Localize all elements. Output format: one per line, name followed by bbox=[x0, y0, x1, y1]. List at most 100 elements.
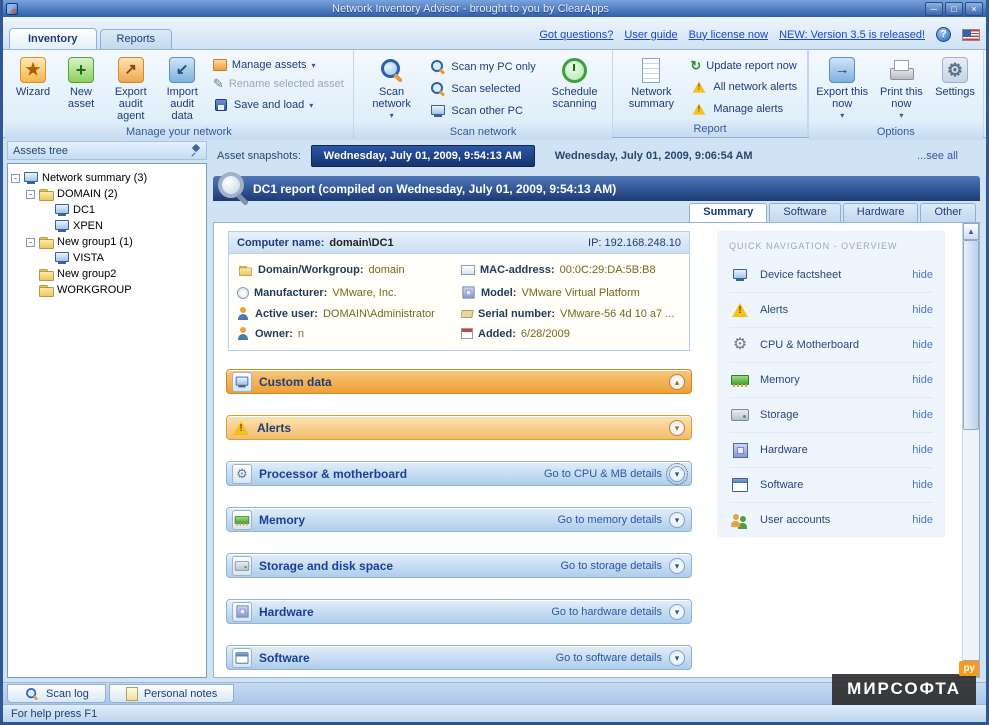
expand-button[interactable]: ▾ bbox=[669, 420, 685, 436]
status-text: For help press F1 bbox=[11, 708, 97, 720]
tab-scan-log[interactable]: Scan log bbox=[7, 684, 106, 703]
field-model: Model: VMware Virtual Platform bbox=[461, 285, 681, 300]
go-to-storage-details-link[interactable]: Go to storage details bbox=[560, 560, 662, 572]
quick-nav-alerts[interactable]: Alerts hide bbox=[729, 292, 933, 327]
quick-nav-device-factsheet[interactable]: Device factsheet hide bbox=[729, 257, 933, 292]
expand-button[interactable]: ▾ bbox=[669, 604, 685, 620]
scroll-up-button[interactable]: ▲ bbox=[963, 223, 979, 240]
quick-nav-cpu[interactable]: ⚙ CPU & Motherboard hide bbox=[729, 327, 933, 362]
computer-card-header: Computer name: domain\DC1 IP: 192.168.24… bbox=[229, 232, 689, 254]
quick-nav-memory[interactable]: Memory hide bbox=[729, 362, 933, 397]
pin-icon[interactable] bbox=[189, 144, 201, 157]
section-software[interactable]: Software Go to software details ▾ bbox=[226, 645, 692, 670]
tree-expander[interactable]: - bbox=[26, 238, 35, 247]
section-hardware[interactable]: Hardware Go to hardware details ▾ bbox=[226, 599, 692, 624]
tree-item-new-group1[interactable]: - New group1 (1) bbox=[11, 234, 203, 250]
new-version-link[interactable]: NEW: Version 3.5 is released! bbox=[779, 29, 925, 41]
export-this-now-button[interactable]: → Export this now ▾ bbox=[814, 53, 871, 124]
print-this-now-button[interactable]: Print this now ▾ bbox=[873, 53, 930, 124]
see-all-link[interactable]: ...see all bbox=[917, 150, 976, 162]
snapshot-item[interactable]: Wednesday, July 01, 2009, 9:06:54 AM bbox=[545, 146, 763, 166]
update-report-button[interactable]: ↻ Update report now bbox=[690, 59, 797, 73]
tree-item-domain[interactable]: - DOMAIN (2) bbox=[11, 186, 203, 202]
section-memory[interactable]: Memory Go to memory details ▾ bbox=[226, 507, 692, 532]
go-to-hardware-details-link[interactable]: Go to hardware details bbox=[551, 606, 662, 618]
scan-network-button[interactable]: Scan network ▾ bbox=[359, 53, 425, 124]
tree-item-vista[interactable]: VISTA bbox=[11, 250, 203, 266]
scan-selected-button[interactable]: Scan selected bbox=[430, 81, 535, 97]
computer-name-label: Computer name: bbox=[237, 237, 324, 249]
go-to-memory-details-link[interactable]: Go to memory details bbox=[557, 514, 662, 526]
save-and-load-menu[interactable]: Save and load ▾ bbox=[213, 97, 344, 113]
quick-nav-software[interactable]: Software hide bbox=[729, 467, 933, 502]
collapse-button[interactable]: ▴ bbox=[669, 374, 685, 390]
section-title: Alerts bbox=[257, 421, 291, 435]
tab-inventory[interactable]: Inventory bbox=[9, 28, 97, 49]
hide-link[interactable]: hide bbox=[912, 374, 933, 386]
quick-nav-storage[interactable]: Storage hide bbox=[729, 397, 933, 432]
vertical-scrollbar[interactable]: ▲ ▼ bbox=[962, 223, 979, 677]
tab-personal-notes[interactable]: Personal notes bbox=[109, 684, 234, 703]
hide-link[interactable]: hide bbox=[912, 479, 933, 491]
help-icon[interactable]: ? bbox=[936, 27, 951, 42]
quick-nav-hardware[interactable]: Hardware hide bbox=[729, 432, 933, 467]
user-guide-link[interactable]: User guide bbox=[624, 29, 677, 41]
section-storage[interactable]: Storage and disk space Go to storage det… bbox=[226, 553, 692, 578]
hide-link[interactable]: hide bbox=[912, 444, 933, 456]
scan-selected-label: Scan selected bbox=[451, 83, 520, 95]
tree-item-dc1[interactable]: DC1 bbox=[11, 202, 203, 218]
manage-assets-menu[interactable]: Manage assets ▾ bbox=[213, 59, 344, 71]
new-asset-button[interactable]: + New asset bbox=[58, 53, 104, 112]
scrollbar-thumb[interactable] bbox=[963, 240, 979, 430]
snapshot-bar: Asset snapshots: Wednesday, July 01, 200… bbox=[213, 141, 980, 171]
hardware-icon bbox=[729, 440, 751, 460]
wizard-button[interactable]: ★ Wizard bbox=[10, 53, 56, 100]
network-summary-button[interactable]: Network summary bbox=[618, 53, 684, 112]
go-to-cpu-details-link[interactable]: Go to CPU & MB details bbox=[544, 468, 662, 480]
tab-reports[interactable]: Reports bbox=[100, 29, 173, 49]
hide-link[interactable]: hide bbox=[912, 339, 933, 351]
expand-button[interactable]: ▾ bbox=[669, 558, 685, 574]
section-list: Custom data ▴ Alerts ▾ ⚙ Processo bbox=[226, 369, 692, 678]
manage-alerts-button[interactable]: Manage alerts bbox=[690, 101, 797, 117]
cpu-icon: ⚙ bbox=[232, 464, 252, 484]
hide-link[interactable]: hide bbox=[912, 409, 933, 421]
tree-item-xpen[interactable]: XPEN bbox=[11, 218, 203, 234]
got-questions-link[interactable]: Got questions? bbox=[539, 29, 613, 41]
buy-license-link[interactable]: Buy license now bbox=[689, 29, 769, 41]
scan-my-pc-button[interactable]: Scan my PC only bbox=[430, 59, 535, 75]
all-network-alerts-button[interactable]: All network alerts bbox=[690, 79, 797, 95]
settings-button[interactable]: ⚙ Settings bbox=[932, 53, 978, 100]
expand-button[interactable]: ▾ bbox=[669, 466, 685, 482]
quick-nav-user-accounts[interactable]: User accounts hide bbox=[729, 502, 933, 537]
hide-link[interactable]: hide bbox=[912, 269, 933, 281]
import-audit-data-label: Import audit data bbox=[159, 86, 204, 122]
expand-button[interactable]: ▾ bbox=[669, 650, 685, 666]
tab-other[interactable]: Other bbox=[920, 203, 976, 222]
scan-other-pc-button[interactable]: Scan other PC bbox=[430, 103, 535, 119]
hide-link[interactable]: hide bbox=[912, 514, 933, 526]
tab-hardware[interactable]: Hardware bbox=[843, 203, 919, 222]
import-audit-data-button[interactable]: ↙ Import audit data bbox=[157, 53, 206, 124]
section-processor-motherboard[interactable]: ⚙ Processor & motherboard Go to CPU & MB… bbox=[226, 461, 692, 486]
tab-summary[interactable]: Summary bbox=[689, 203, 767, 222]
tree-item-workgroup[interactable]: WORKGROUP bbox=[11, 282, 203, 298]
expand-button[interactable]: ▾ bbox=[669, 512, 685, 528]
language-flag-icon[interactable] bbox=[962, 29, 980, 41]
go-to-software-details-link[interactable]: Go to software details bbox=[556, 652, 662, 664]
tab-software[interactable]: Software bbox=[769, 203, 840, 222]
tree-item-new-group2[interactable]: New group2 bbox=[11, 266, 203, 282]
hide-link[interactable]: hide bbox=[912, 304, 933, 316]
maximize-button[interactable]: □ bbox=[945, 2, 963, 16]
close-button[interactable]: × bbox=[965, 2, 983, 16]
minimize-button[interactable]: ─ bbox=[925, 2, 943, 16]
export-audit-agent-button[interactable]: ↗ Export audit agent bbox=[106, 53, 155, 124]
snapshot-selected[interactable]: Wednesday, July 01, 2009, 9:54:13 AM bbox=[311, 145, 535, 167]
section-custom-data[interactable]: Custom data ▴ bbox=[226, 369, 692, 394]
schedule-scanning-button[interactable]: Schedule scanning bbox=[542, 53, 608, 112]
tree-expander[interactable]: - bbox=[11, 174, 20, 183]
tree-expander[interactable]: - bbox=[26, 190, 35, 199]
rename-selected-asset-button[interactable]: ✎ Rename selected asset bbox=[213, 77, 344, 91]
tree-item-network-summary[interactable]: - Network summary (3) bbox=[11, 170, 203, 186]
section-alerts[interactable]: Alerts ▾ bbox=[226, 415, 692, 440]
